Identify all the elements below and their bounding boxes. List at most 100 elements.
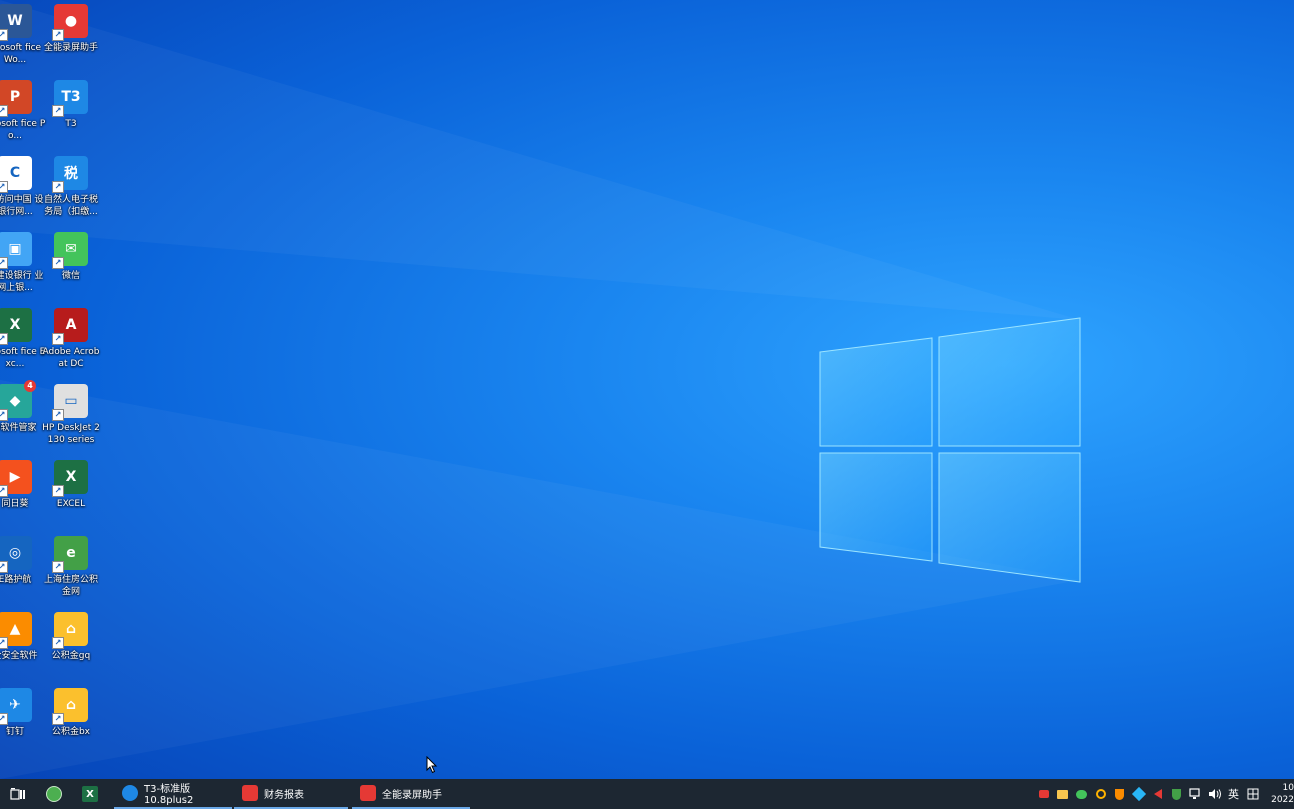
- input-method-indicator[interactable]: 英: [1228, 786, 1239, 802]
- app-icon-glyph: A: [65, 317, 77, 333]
- system-tray: 英 10 2022: [1034, 779, 1294, 809]
- desktop-icon[interactable]: ⌂ ↗ 公积金bx: [42, 688, 100, 738]
- app-icon-glyph: ●: [64, 13, 78, 29]
- desktop-icon-label: HP DeskJet 2130 series: [42, 423, 100, 445]
- mouse-cursor: [426, 756, 438, 774]
- shortcut-arrow-icon: ↗: [52, 105, 64, 117]
- wechat-tray-icon[interactable]: [1074, 786, 1090, 802]
- sync-tray-icon[interactable]: [1093, 786, 1109, 802]
- pinned-excel-button[interactable]: X: [72, 779, 108, 809]
- app-icon-glyph: ▭: [64, 393, 78, 409]
- shortcut-arrow-icon: ↗: [0, 29, 8, 41]
- green-app-icon: [46, 786, 62, 802]
- shortcut-arrow-icon: ↗: [0, 257, 8, 269]
- app-icon-glyph: W: [7, 13, 23, 29]
- app-icon-glyph: ▲: [9, 621, 21, 637]
- shortcut-arrow-icon: ↗: [0, 561, 8, 573]
- app-icon-glyph: T3: [61, 89, 81, 105]
- shortcut-arrow-icon: ↗: [0, 409, 8, 421]
- shortcut-arrow-icon: ↗: [52, 713, 64, 725]
- app-icon-glyph: ▣: [8, 241, 22, 257]
- shortcut-arrow-icon: ↗: [52, 257, 64, 269]
- app-icon-glyph: ◆: [9, 393, 21, 409]
- desktop-icon[interactable]: A ↗ Adobe Acrobat DC: [42, 308, 100, 370]
- folder-tray-icon[interactable]: [1055, 786, 1071, 802]
- app-icon: W ↗: [0, 4, 32, 41]
- app-icon: e ↗: [52, 536, 88, 573]
- speaker-red-tray-icon[interactable]: [1150, 786, 1166, 802]
- recorder-tray-icon[interactable]: [1036, 786, 1052, 802]
- desktop-icon[interactable]: X ↗ EXCEL: [42, 460, 100, 510]
- taskbar-app-label: 全能录屏助手: [382, 789, 442, 801]
- input-keyboard-icon[interactable]: [1245, 786, 1261, 802]
- app-icon-glyph: X: [9, 317, 21, 333]
- shortcut-arrow-icon: ↗: [0, 713, 8, 725]
- desktop-icon[interactable]: ◆↗4D软件管家: [0, 380, 44, 434]
- desktop-icon-label: 全能录屏助手: [43, 43, 98, 53]
- app-icon: ◎ ↗: [0, 536, 32, 573]
- shortcut-arrow-icon: ↗: [0, 181, 8, 193]
- app-icon: ▭ ↗: [52, 384, 88, 421]
- desktop-icon-label: 微信: [61, 271, 80, 281]
- app-icon: P ↗: [0, 80, 32, 117]
- shortcut-arrow-icon: ↗: [52, 181, 64, 193]
- desktop-icon[interactable]: e ↗ 上海住房公积 金网: [42, 536, 100, 598]
- app-icon-glyph: C: [9, 165, 21, 181]
- desktop-icon[interactable]: ◎ ↗ E路护航: [0, 536, 44, 586]
- task-view-button[interactable]: [0, 779, 36, 809]
- app-icon: C ↗: [0, 156, 32, 193]
- t3-icon: [122, 785, 138, 801]
- app-icon: 税 ↗: [52, 156, 88, 193]
- app-icon-glyph: 税: [64, 166, 78, 182]
- app-icon-glyph: ✉: [65, 241, 77, 257]
- desktop-icon[interactable]: 税 ↗ 自然人电子税 务局（扣缴...: [42, 156, 100, 218]
- pinned-green-app-button[interactable]: [36, 779, 72, 809]
- app-icon: X ↗: [52, 460, 88, 497]
- desktop-icon[interactable]: ▭ ↗ HP DeskJet 2130 series: [42, 384, 100, 446]
- app-icon-glyph: ▶: [9, 469, 21, 485]
- desktop-icon[interactable]: C↗全访问中国 设银行网...: [0, 156, 44, 218]
- clock-date: 2022: [1271, 795, 1294, 805]
- desktop-icon[interactable]: ⌂ ↗ 公积金gq: [42, 612, 100, 662]
- taskbar-app-label: T3-标准版10.8plus2: [144, 784, 194, 806]
- task-view-icon: [10, 788, 25, 800]
- app-icon: ✉ ↗: [52, 232, 88, 269]
- notification-badge: 4: [24, 380, 36, 392]
- taskbar-app-t3[interactable]: T3-标准版10.8plus2: [114, 779, 232, 809]
- desktop-icon-label: 公积金gq: [51, 651, 91, 661]
- security-tray-icon[interactable]: [1169, 786, 1185, 802]
- app-icon-glyph: ⌂: [65, 697, 77, 713]
- desktop-icon[interactable]: ● ↗ 全能录屏助手: [42, 4, 100, 54]
- shortcut-arrow-icon: ↗: [52, 29, 64, 41]
- app-icon-glyph: ⌂: [65, 621, 77, 637]
- desktop-icon-label: 公积金bx: [51, 727, 91, 737]
- network-icon[interactable]: [1188, 786, 1204, 802]
- shield-tray-icon[interactable]: [1112, 786, 1128, 802]
- report-icon: [242, 785, 258, 801]
- taskbar-app-screen-recorder[interactable]: 全能录屏助手: [352, 779, 470, 809]
- desktop-icon[interactable]: W↗icrosoft fice Wo...: [0, 4, 44, 66]
- shortcut-arrow-icon: ↗: [52, 485, 64, 497]
- clock[interactable]: 10 2022: [1268, 782, 1294, 806]
- shortcut-arrow-icon: ↗: [52, 409, 64, 421]
- desktop-icon[interactable]: ✉ ↗ 微信: [42, 232, 100, 282]
- app-icon: T3 ↗: [52, 80, 88, 117]
- app-icon: ⌂ ↗: [52, 612, 88, 649]
- dingtalk-tray-icon[interactable]: [1131, 786, 1147, 802]
- volume-icon[interactable]: [1207, 786, 1223, 802]
- desktop-icon[interactable]: ▶ ↗ 同日葵: [0, 460, 44, 510]
- desktop-icon[interactable]: ✈ ↗ 钉钉: [0, 688, 44, 738]
- desktop-icon[interactable]: ▲↗全安全软件: [0, 612, 44, 662]
- shortcut-arrow-icon: ↗: [0, 333, 8, 345]
- desktop-icon[interactable]: T3 ↗ T3: [42, 80, 100, 130]
- app-icon: ▲ ↗: [0, 612, 32, 649]
- app-icon-glyph: ◎: [8, 545, 22, 561]
- app-icon: ▣ ↗: [0, 232, 32, 269]
- desktop-icon[interactable]: P↗icrosoft fice Po...: [0, 80, 45, 142]
- shortcut-arrow-icon: ↗: [0, 105, 8, 117]
- desktop-icon[interactable]: X↗icrosoft fice Exc...: [0, 308, 45, 370]
- screen-recorder-icon: [360, 785, 376, 801]
- app-icon: ▶ ↗: [0, 460, 32, 497]
- desktop-icon[interactable]: ▣↗国建设银行 业网上银...: [0, 232, 44, 294]
- taskbar-app-financial-report[interactable]: 财务报表: [234, 779, 348, 809]
